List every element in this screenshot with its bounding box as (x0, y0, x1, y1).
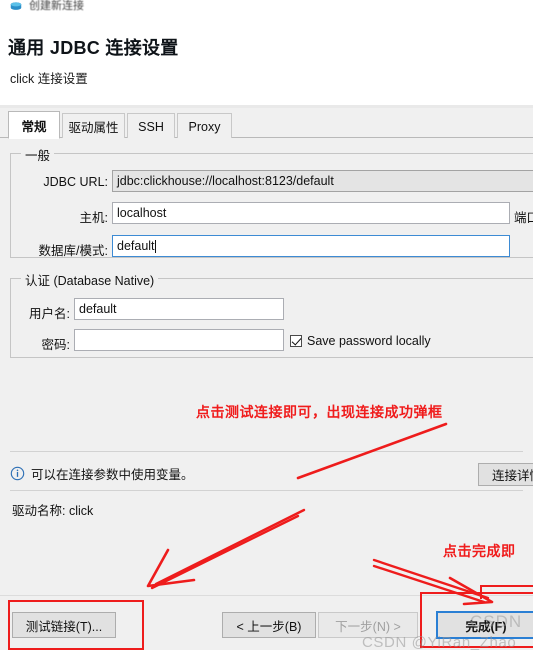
host-input[interactable]: localhost (112, 202, 510, 224)
jdbc-connection-wizard: 创建新连接 通用 JDBC 连接设置 click 连接设置 常规 驱动属性 SS… (0, 0, 533, 662)
jdbc-url-label: JDBC URL: (43, 175, 108, 189)
info-top-divider (10, 451, 523, 452)
username-value: default (79, 302, 117, 316)
annotation-highlight-test-button (8, 600, 144, 650)
wizard-header: 通用 JDBC 连接设置 click 连接设置 (0, 20, 533, 108)
host-value: localhost (117, 206, 167, 220)
driver-name-text: 驱动名称: click (12, 504, 94, 518)
info-circle-icon (10, 466, 25, 481)
window-title: 创建新连接 (29, 0, 84, 12)
database-value: default (117, 239, 155, 253)
tab-bar: 常规 驱动属性 SSH Proxy (0, 111, 533, 139)
footer-bottom-strip (0, 650, 533, 662)
page-subtitle: click 连接设置 (10, 72, 88, 86)
annotation-finish-note: 点击完成即 (443, 543, 516, 559)
next-label: 下一步(N) > (335, 619, 401, 634)
annotation-test-connection-note: 点击测试连接即可，出现连接成功弹框 (196, 404, 443, 420)
username-input[interactable]: default (74, 298, 284, 320)
info-message: 可以在连接参数中使用变量。 (31, 467, 194, 482)
save-password-label: Save password locally (307, 334, 431, 348)
jdbc-url-value: jdbc:clickhouse://localhost:8123/default (117, 174, 334, 188)
tab-general[interactable]: 常规 (8, 111, 60, 139)
back-label: < 上一步(B) (236, 619, 302, 634)
tab-driver-properties-label: 驱动属性 (68, 121, 119, 135)
tab-general-label: 常规 (21, 119, 47, 134)
database-connection-icon (9, 0, 23, 14)
info-bottom-divider (10, 490, 523, 491)
tab-proxy[interactable]: Proxy (177, 113, 232, 139)
watermark-mark: CSDN (470, 612, 523, 631)
window-titlebar: 创建新连接 (0, 0, 533, 20)
tab-ssh-label: SSH (138, 119, 164, 134)
host-label: 主机: (79, 211, 108, 225)
watermark: CSDN @YiRan_Zhao (362, 634, 517, 651)
jdbc-url-input[interactable]: jdbc:clickhouse://localhost:8123/default (112, 170, 533, 192)
username-label: 用户名: (29, 307, 70, 321)
annotation-highlight-finish-top-clip (480, 585, 533, 599)
tab-driver-properties[interactable]: 驱动属性 (62, 113, 125, 139)
connection-details-label: 连接详情 (491, 469, 533, 483)
password-input[interactable] (74, 329, 284, 351)
general-group-legend: 一般 (21, 145, 55, 164)
info-bar: 可以在连接参数中使用变量。 (10, 456, 523, 490)
tab-proxy-label: Proxy (188, 119, 221, 134)
port-label: 端口 (514, 211, 533, 225)
password-label: 密码: (41, 338, 70, 352)
text-caret (154, 239, 156, 253)
header-divider (0, 105, 533, 108)
back-button[interactable]: < 上一步(B) (222, 612, 316, 638)
database-input[interactable]: default (112, 235, 510, 257)
tab-ssh[interactable]: SSH (127, 113, 175, 139)
save-password-checkbox[interactable]: Save password locally (290, 334, 431, 348)
auth-group-legend: 认证 (Database Native) (21, 270, 159, 289)
database-label: 数据库/模式: (38, 244, 108, 258)
general-tab-panel: 一般 JDBC URL: jdbc:clickhouse://localhost… (0, 138, 533, 595)
page-title: 通用 JDBC 连接设置 (8, 38, 179, 58)
connection-details-button[interactable]: 连接详情 (478, 463, 533, 486)
checkbox-checked-icon (290, 335, 302, 347)
